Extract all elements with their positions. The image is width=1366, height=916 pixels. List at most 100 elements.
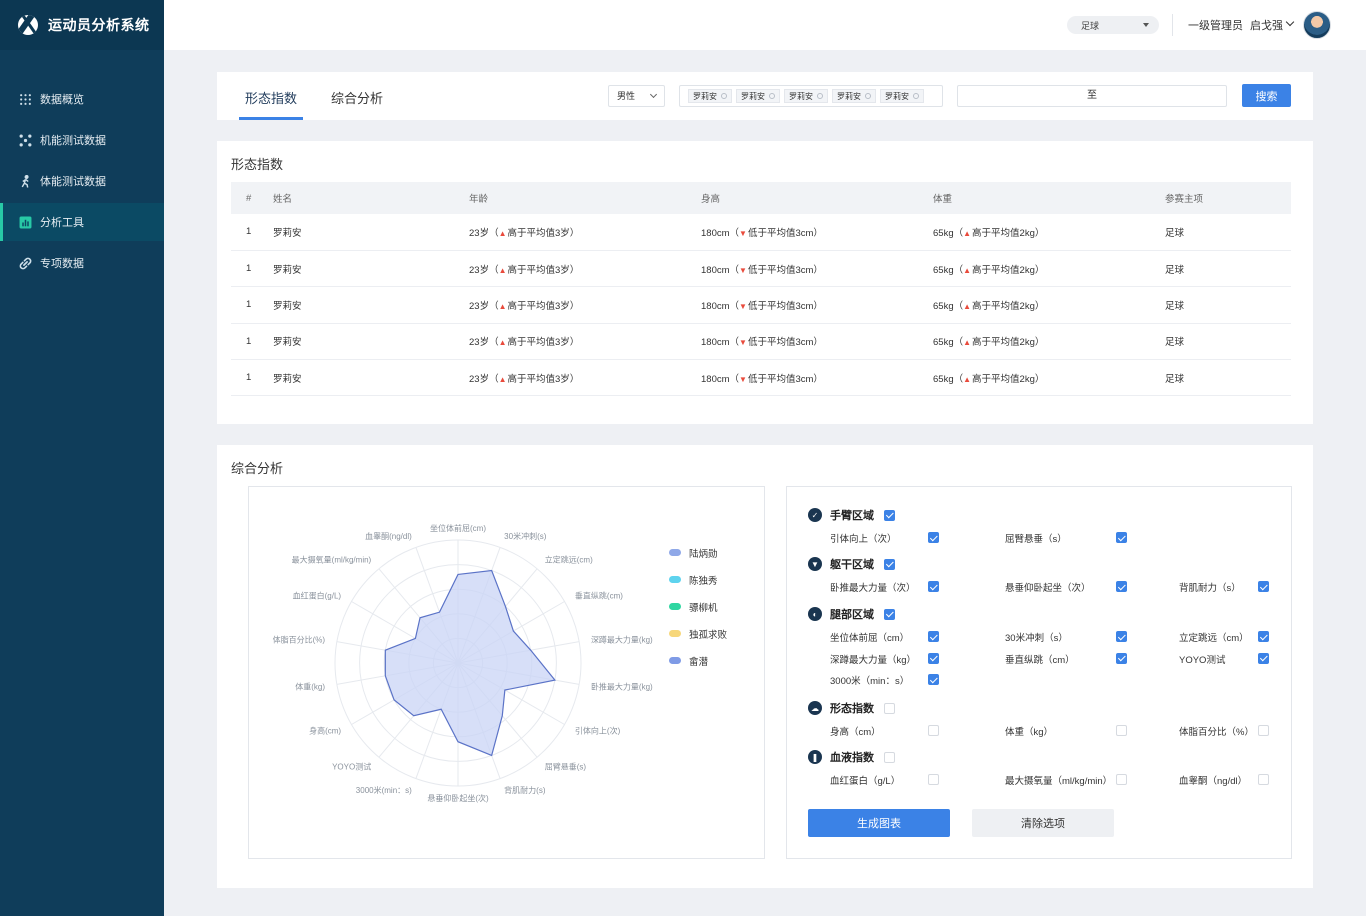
cell-weight: 65kg（▲高于平均值2kg） xyxy=(933,286,1165,324)
cell-name: 罗莉安 xyxy=(273,323,469,361)
table-row[interactable]: 1 罗莉安 23岁（▲高于平均值3岁） 180cm（▼低于平均值3cm） 65kg（▲高… xyxy=(231,323,1291,361)
clear-options-button[interactable]: 清除选项 xyxy=(972,809,1114,837)
legend-item[interactable]: 骠柳机 xyxy=(669,593,727,620)
option-checkbox[interactable] xyxy=(1116,532,1127,543)
sidebar-item-overview[interactable]: 数据概览 xyxy=(0,80,164,118)
running-person-icon xyxy=(18,174,32,188)
morphology-table: # 姓名 年龄 身高 体重 参赛主项 1 罗莉安 23岁（▲高于平均值3岁） 180c… xyxy=(231,182,1291,397)
close-icon[interactable] xyxy=(865,93,871,99)
legend-label: 陈独秀 xyxy=(689,575,718,587)
tab-comprehensive-analysis[interactable]: 综合分析 xyxy=(331,88,383,107)
option-checkbox[interactable] xyxy=(1116,631,1127,642)
option-checkbox[interactable] xyxy=(1258,631,1269,642)
option-checkbox[interactable] xyxy=(1116,725,1127,736)
option-checkbox[interactable] xyxy=(928,774,939,785)
cell-note: 高于平均值2kg） xyxy=(972,227,1045,239)
option-group-title: 手臂区域 xyxy=(830,510,874,522)
sidebar-item-fitness-test[interactable]: 体能测试数据 xyxy=(0,162,164,200)
option-checkbox[interactable] xyxy=(928,725,939,736)
legend-item[interactable]: 陈独秀 xyxy=(669,566,727,593)
option-checkbox[interactable] xyxy=(1258,652,1269,664)
group-checkbox[interactable] xyxy=(884,509,895,521)
athlete-tag[interactable]: 罗莉安 xyxy=(832,89,876,103)
option-checkbox[interactable] xyxy=(1258,581,1269,592)
cell-age: 23岁（▲高于平均值3岁） xyxy=(469,286,701,324)
table-row[interactable]: 1 罗莉安 23岁（▲高于平均值3岁） 180cm（▼低于平均值3cm） 65kg（▲高… xyxy=(231,214,1291,251)
athlete-tag[interactable]: 罗莉安 xyxy=(880,89,924,103)
morphology-card: 形态指数 # 姓名 年龄 身高 体重 参赛主项 1 罗莉安 23岁（▲高于平均值3岁… xyxy=(217,141,1313,424)
cell-note: 高于平均值3岁） xyxy=(507,227,580,239)
option-checkbox[interactable] xyxy=(1116,774,1127,785)
sidebar-item-label: 分析工具 xyxy=(40,217,84,229)
option-checkbox[interactable] xyxy=(928,581,939,592)
cell-value: 65kg（ xyxy=(933,337,964,349)
radar-axis-label: 卧推最大力量(kg) xyxy=(591,681,653,691)
user-name[interactable]: 启戈强 xyxy=(1250,17,1283,33)
table-row[interactable]: 1 罗莉安 23岁（▲高于平均值3岁） 180cm（▼低于平均值3cm） 65kg（▲高… xyxy=(231,250,1291,288)
sport-select[interactable]: 足球 xyxy=(1067,16,1159,34)
close-icon[interactable] xyxy=(913,93,919,99)
generate-chart-button[interactable]: 生成图表 xyxy=(808,809,950,837)
body-shape-icon: ☁ xyxy=(808,701,822,715)
sidebar: 运动员分析系统 数据概览 机能测试数据 体能测试数据 分析工具 专项数据 xyxy=(0,0,164,916)
option-checkbox[interactable] xyxy=(928,652,939,664)
cell-note: 高于平均值2kg） xyxy=(972,373,1045,385)
option-checkbox[interactable] xyxy=(1116,581,1127,592)
option-checkbox[interactable] xyxy=(928,532,939,543)
sidebar-nav: 数据概览 机能测试数据 体能测试数据 分析工具 专项数据 xyxy=(0,80,164,282)
cell-weight: 65kg（▲高于平均值2kg） xyxy=(933,214,1165,251)
sidebar-item-label: 机能测试数据 xyxy=(40,135,106,147)
option-group-title: 形态指数 xyxy=(830,703,874,715)
group-checkbox[interactable] xyxy=(884,751,895,763)
close-icon[interactable] xyxy=(817,93,823,99)
sport-select-value: 足球 xyxy=(1081,20,1100,31)
group-checkbox[interactable] xyxy=(884,608,895,620)
legend-item[interactable]: 陆炳勋 xyxy=(669,539,727,566)
athlete-tag[interactable]: 罗莉安 xyxy=(736,89,780,103)
legend-label: 畲潜 xyxy=(689,656,709,668)
radar-axis-label: 30米冲刺(s) xyxy=(504,531,547,541)
cell-note: 低于平均值3cm） xyxy=(747,264,823,276)
column-header: 身高 xyxy=(701,182,933,214)
option-label: 引体向上（次） xyxy=(830,534,897,545)
cell-weight: 65kg（▲高于平均值2kg） xyxy=(933,250,1165,288)
option-checkbox[interactable] xyxy=(1116,652,1127,664)
avatar[interactable] xyxy=(1303,11,1331,39)
sidebar-item-special-data[interactable]: 专项数据 xyxy=(0,244,164,282)
close-icon[interactable] xyxy=(769,93,775,99)
sidebar-item-analysis-tools[interactable]: 分析工具 xyxy=(0,203,164,241)
athlete-multi-select[interactable]: 罗莉安 罗莉安 罗莉安 罗莉安 罗莉安 xyxy=(679,85,943,107)
app-logo[interactable]: 运动员分析系统 xyxy=(0,0,164,50)
option-checkbox[interactable] xyxy=(1258,774,1269,785)
table-row[interactable]: 1 罗莉安 23岁（▲高于平均值3岁） 180cm（▼低于平均值3cm） 65kg（▲高… xyxy=(231,359,1291,397)
option-checkbox[interactable] xyxy=(1258,725,1269,736)
group-checkbox[interactable] xyxy=(884,558,895,570)
column-header: # xyxy=(231,182,273,214)
cell-index: 1 xyxy=(231,214,273,251)
option-checkbox[interactable] xyxy=(928,631,939,642)
close-icon[interactable] xyxy=(721,93,727,99)
arrow-down-icon: ▼ xyxy=(739,265,747,275)
option-group-header: ✓ 手臂区域 xyxy=(808,507,895,523)
option-label: 垂直纵跳（cm） xyxy=(1005,654,1075,666)
group-checkbox[interactable] xyxy=(884,702,895,714)
cell-age: 23岁（▲高于平均值3岁） xyxy=(469,214,701,251)
athlete-tag[interactable]: 罗莉安 xyxy=(784,89,828,103)
sidebar-item-function-test[interactable]: 机能测试数据 xyxy=(0,121,164,159)
section-title: 形态指数 xyxy=(231,157,284,172)
cell-value: 180cm（ xyxy=(701,300,740,312)
gender-select[interactable]: 男性 xyxy=(608,85,665,107)
section-title: 综合分析 xyxy=(231,461,284,476)
athlete-tag[interactable]: 罗莉安 xyxy=(688,89,732,103)
chevron-down-icon[interactable] xyxy=(1285,17,1295,27)
option-group-header: ❚ 血液指数 xyxy=(808,749,895,765)
date-range-picker[interactable]: 至 xyxy=(957,85,1227,107)
legend-item[interactable]: 畲潜 xyxy=(669,647,727,674)
cell-value: 180cm（ xyxy=(701,337,740,349)
tab-morphology[interactable]: 形态指数 xyxy=(245,88,297,107)
option-checkbox[interactable] xyxy=(928,674,939,685)
search-button[interactable]: 搜索 xyxy=(1242,84,1291,107)
blood-drop-icon: ❚ xyxy=(808,750,822,764)
table-row[interactable]: 1 罗莉安 23岁（▲高于平均值3岁） 180cm（▼低于平均值3cm） 65kg（▲高… xyxy=(231,286,1291,324)
legend-item[interactable]: 独孤求败 xyxy=(669,620,727,647)
